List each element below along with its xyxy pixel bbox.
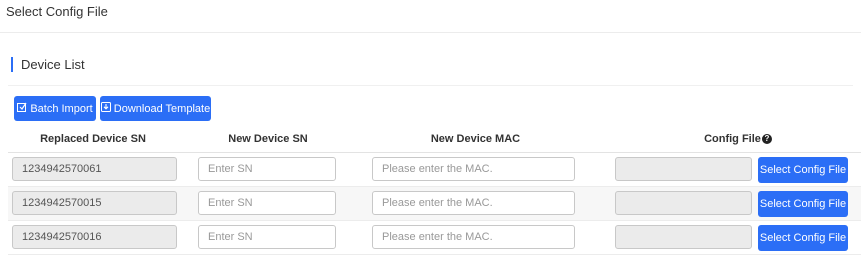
download-icon bbox=[100, 102, 111, 115]
table-header: Replaced Device SN New Device SN New Dev… bbox=[8, 125, 861, 153]
header-new-sn: New Device SN bbox=[228, 133, 308, 145]
new-mac-input[interactable]: Please enter the MAC. bbox=[372, 191, 575, 215]
import-icon bbox=[17, 102, 27, 115]
section-divider bbox=[8, 85, 853, 86]
header-new-mac: New Device MAC bbox=[430, 133, 521, 145]
download-template-label: Download Template bbox=[113, 102, 211, 115]
new-sn-input[interactable]: Enter SN bbox=[198, 225, 336, 249]
batch-import-button[interactable]: Batch Import bbox=[14, 96, 96, 121]
new-mac-input[interactable]: Please enter the MAC. bbox=[372, 225, 575, 249]
replaced-sn-field: 1234942570015 bbox=[12, 191, 177, 215]
header-config-file: Config File? bbox=[618, 133, 858, 145]
config-file-field bbox=[615, 225, 752, 249]
select-config-file-button[interactable]: Select Config File bbox=[758, 157, 848, 183]
table-row: 1234942570061 Enter SN Please enter the … bbox=[8, 153, 861, 187]
download-template-button[interactable]: Download Template bbox=[100, 96, 211, 121]
table-row: 1234942570016 Enter SN Please enter the … bbox=[8, 221, 861, 255]
section-accent-bar bbox=[11, 56, 13, 72]
select-config-file-button[interactable]: Select Config File bbox=[758, 225, 848, 251]
device-table: Replaced Device SN New Device SN New Dev… bbox=[8, 125, 861, 255]
new-mac-input[interactable]: Please enter the MAC. bbox=[372, 157, 575, 181]
new-sn-input[interactable]: Enter SN bbox=[198, 157, 336, 181]
page-title: Select Config File bbox=[6, 4, 108, 19]
replaced-sn-field: 1234942570016 bbox=[12, 225, 177, 249]
new-sn-input[interactable]: Enter SN bbox=[198, 191, 336, 215]
config-file-field bbox=[615, 157, 752, 181]
header-replaced-sn: Replaced Device SN bbox=[40, 133, 146, 145]
replaced-sn-field: 1234942570061 bbox=[12, 157, 177, 181]
help-icon[interactable]: ? bbox=[761, 134, 772, 144]
header-config-file-label: Config File bbox=[704, 133, 761, 145]
select-config-file-button[interactable]: Select Config File bbox=[758, 191, 848, 217]
config-file-field bbox=[615, 191, 752, 215]
table-row: 1234942570015 Enter SN Please enter the … bbox=[8, 187, 861, 221]
title-divider bbox=[0, 32, 861, 33]
section-header: Device List bbox=[11, 55, 85, 73]
batch-import-label: Batch Import bbox=[30, 102, 93, 115]
section-title: Device List bbox=[21, 56, 85, 72]
